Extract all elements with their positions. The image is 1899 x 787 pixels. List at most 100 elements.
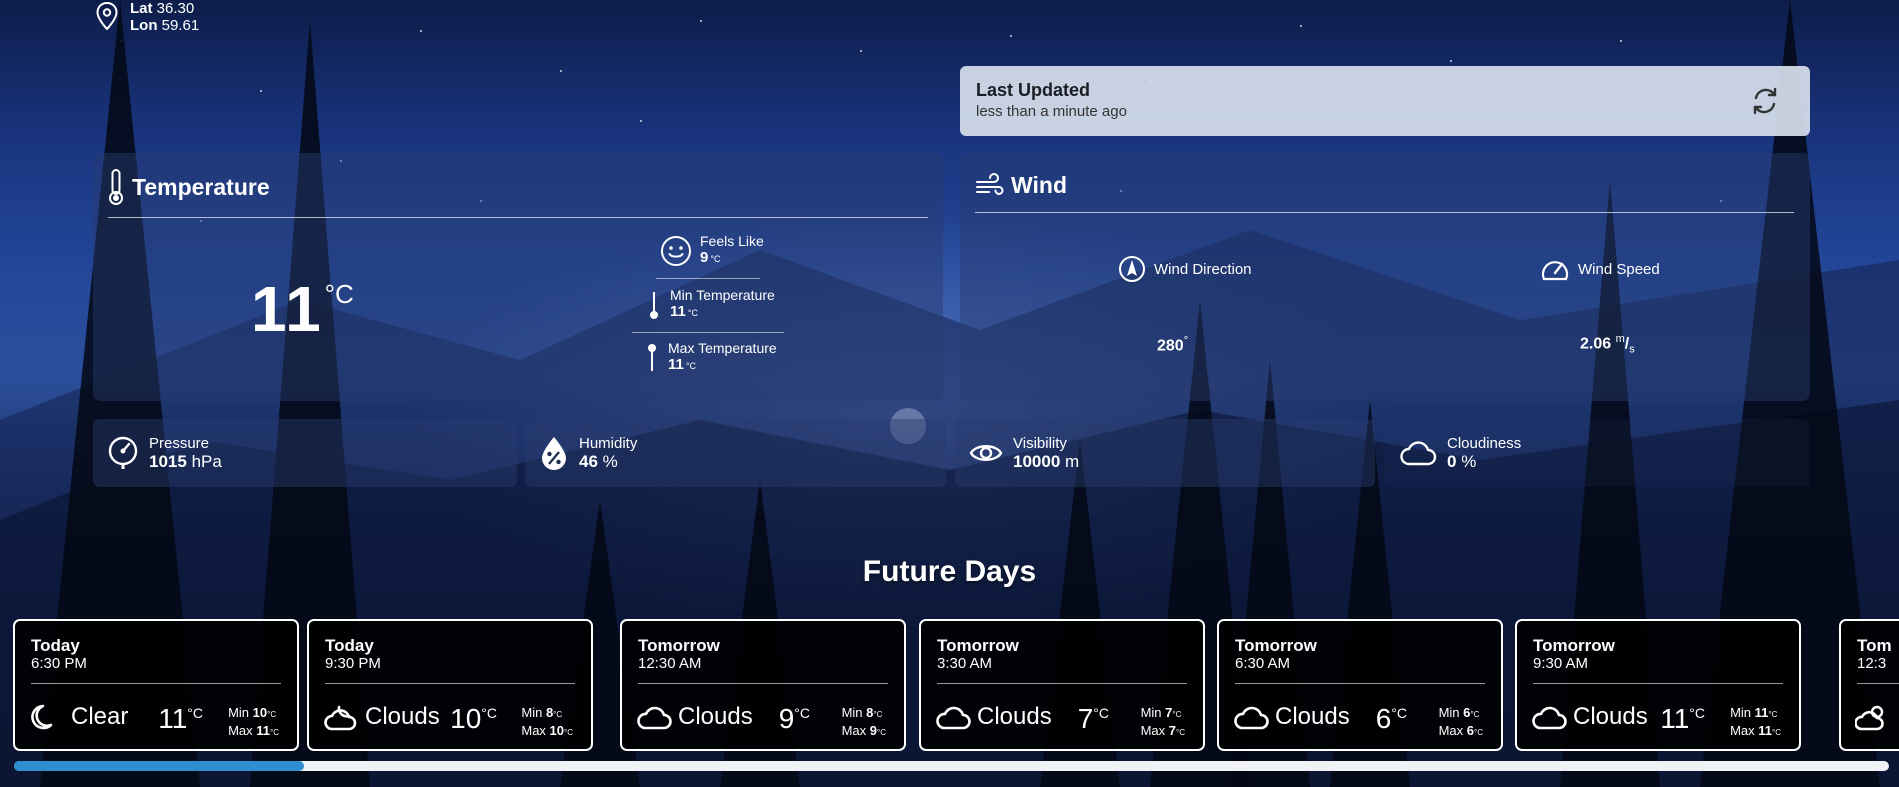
- wind-title: Wind: [975, 172, 1067, 199]
- max-temperature-unit: °C: [685, 361, 696, 371]
- last-updated-banner: Last Updated less than a minute ago: [960, 66, 1810, 136]
- wind-panel: [960, 153, 1810, 401]
- humidity-drop-icon: [542, 437, 566, 470]
- max-temperature-label: Max Temperature: [668, 340, 777, 356]
- wind-speed: Wind Speed: [1540, 255, 1660, 283]
- cloud-moon-icon: [324, 705, 357, 731]
- forecast-min-label: Min: [521, 705, 543, 720]
- smiley-icon: [661, 235, 691, 266]
- forecast-condition-text: Clouds: [678, 703, 753, 730]
- forecast-card[interactable]: Tomorrow 6:30 AM Clouds 6°C Min 6°C Max 6°C: [1217, 619, 1503, 751]
- forecast-condition: Clouds: [636, 701, 753, 733]
- divider: [1235, 683, 1485, 684]
- forecast-max-label: Max: [521, 723, 546, 738]
- feels-like-unit: °C: [710, 254, 721, 264]
- visibility-metric: Visibility 10000 m: [955, 419, 1375, 487]
- forecast-card[interactable]: Today 9:30 PM Clouds 10°C Min 8°C Max 10°C: [307, 619, 593, 751]
- lon-label: Lon: [130, 17, 158, 34]
- forecast-day: Today: [31, 636, 80, 655]
- forecast-carousel[interactable]: Today 6:30 PM Clear 11°C Min 10°C Max 11°C Tod…: [13, 619, 1899, 751]
- temperature-title: Temperature: [106, 168, 270, 206]
- feels-like: Feels Like 9 °C: [660, 233, 764, 268]
- divider: [656, 278, 760, 279]
- wind-direction-reading: 280°: [1157, 335, 1188, 355]
- wind-direction-unit: °: [1183, 335, 1189, 347]
- forecast-time: 6:30 PM: [31, 655, 87, 672]
- pressure-value: 1015: [149, 452, 187, 471]
- forecast-temp-value: 11: [158, 703, 188, 734]
- wind-speed-unit-top: m: [1615, 333, 1625, 345]
- forecast-condition-text: Clouds: [977, 703, 1052, 730]
- feels-like-value: 9: [700, 249, 709, 266]
- forecast-condition: Clouds: [323, 701, 440, 733]
- forecast-temp: 10°C: [450, 703, 497, 735]
- forecast-max-label: Max: [1438, 723, 1464, 738]
- pressure-gauge-icon: [108, 436, 138, 469]
- forecast-max-value: 6: [1466, 723, 1475, 738]
- eye-icon: [969, 445, 1003, 461]
- forecast-card[interactable]: Tomorrow 12:30 AM Clouds 9°C Min 8°C Max 9°C: [620, 619, 906, 751]
- wind-direction: Wind Direction: [1118, 255, 1252, 283]
- forecast-max-label: Max: [1730, 723, 1755, 738]
- forecast-max-value: 9: [869, 723, 878, 738]
- forecast-day: Tomorrow: [1533, 636, 1615, 655]
- current-temperature-unit: °C: [324, 279, 354, 309]
- scrollbar-thumb[interactable]: [14, 761, 304, 771]
- forecast-min-unit: °C: [1768, 710, 1778, 719]
- visibility-unit: m: [1065, 452, 1080, 471]
- forecast-min-unit: °C: [873, 710, 883, 719]
- forecast-time: 6:30 AM: [1235, 655, 1291, 672]
- forecast-card[interactable]: Tomorrow 3:30 AM Clouds 7°C Min 7°C Max 7°C: [919, 619, 1205, 751]
- cloud-icon: [1234, 706, 1269, 730]
- min-temperature-label: Min Temperature: [670, 287, 775, 303]
- forecast-temp: 7°C: [1078, 703, 1109, 735]
- forecast-temp-value: 10: [450, 703, 482, 734]
- map-pin-icon: [96, 2, 118, 30]
- humidity-label: Humidity: [579, 435, 638, 452]
- forecast-day: Tomorrow: [1235, 636, 1317, 655]
- cloudiness-value: 0: [1447, 452, 1457, 471]
- forecast-minmax: Min 6°C Max 6°C: [1439, 705, 1483, 741]
- wind-direction-label: Wind Direction: [1154, 260, 1252, 278]
- forecast-min-label: Min: [228, 705, 250, 720]
- forecast-time: 12:3: [1857, 655, 1887, 672]
- forecast-temp-value: 9: [778, 703, 795, 734]
- forecast-card[interactable]: Today 6:30 PM Clear 11°C Min 10°C Max 11°C: [13, 619, 299, 751]
- forecast-temp: 11°C: [1660, 703, 1705, 735]
- forecast-temp: 11°C: [158, 703, 203, 735]
- last-updated-subtitle: less than a minute ago: [976, 103, 1127, 120]
- forecast-min-value: 10: [252, 705, 268, 720]
- forecast-day: Tomorrow: [937, 636, 1019, 655]
- forecast-time: 3:30 AM: [937, 655, 993, 672]
- divider: [638, 683, 888, 684]
- humidity-metric: Humidity 46 %: [525, 419, 946, 487]
- forecast-temp-unit: °C: [794, 705, 810, 721]
- divider: [31, 683, 281, 684]
- forecast-min-label: Min: [1730, 705, 1752, 720]
- forecast-max-value: 10: [549, 723, 565, 738]
- cloud-icon: [637, 706, 672, 730]
- location-coordinates: Lat 36.30 Lon 59.61: [96, 0, 199, 34]
- speedometer-icon: [1541, 261, 1569, 281]
- forecast-minmax: Min 7°C Max 7°C: [1141, 705, 1185, 741]
- forecast-time: 9:30 AM: [1533, 655, 1589, 672]
- cloudiness-metric: Cloudiness 0 %: [1385, 419, 1810, 487]
- refresh-icon[interactable]: [1748, 84, 1782, 118]
- min-temperature-unit: °C: [687, 308, 698, 318]
- visibility-value: 10000: [1013, 452, 1061, 471]
- lat-value: 36.30: [156, 0, 195, 17]
- divider: [632, 332, 784, 333]
- forecast-max-label: Max: [1140, 723, 1166, 738]
- cloud-icon: [936, 706, 971, 730]
- forecast-card[interactable]: Tom 12:3: [1839, 619, 1899, 751]
- forecast-temp-value: 6: [1375, 703, 1392, 734]
- wind-speed-label: Wind Speed: [1578, 260, 1660, 278]
- forecast-max-unit: °C: [1176, 728, 1185, 737]
- forecast-card[interactable]: Tomorrow 9:30 AM Clouds 11°C Min 11°C Max 11°…: [1515, 619, 1801, 751]
- cloudiness-label: Cloudiness: [1447, 435, 1522, 452]
- wind-direction-value: 280: [1157, 337, 1184, 355]
- forecast-temp-value: 7: [1077, 703, 1094, 734]
- forecast-day: Tom: [1857, 636, 1892, 655]
- wind-speed-unit-bottom: s: [1629, 343, 1635, 356]
- forecast-min-unit: °C: [1172, 710, 1182, 719]
